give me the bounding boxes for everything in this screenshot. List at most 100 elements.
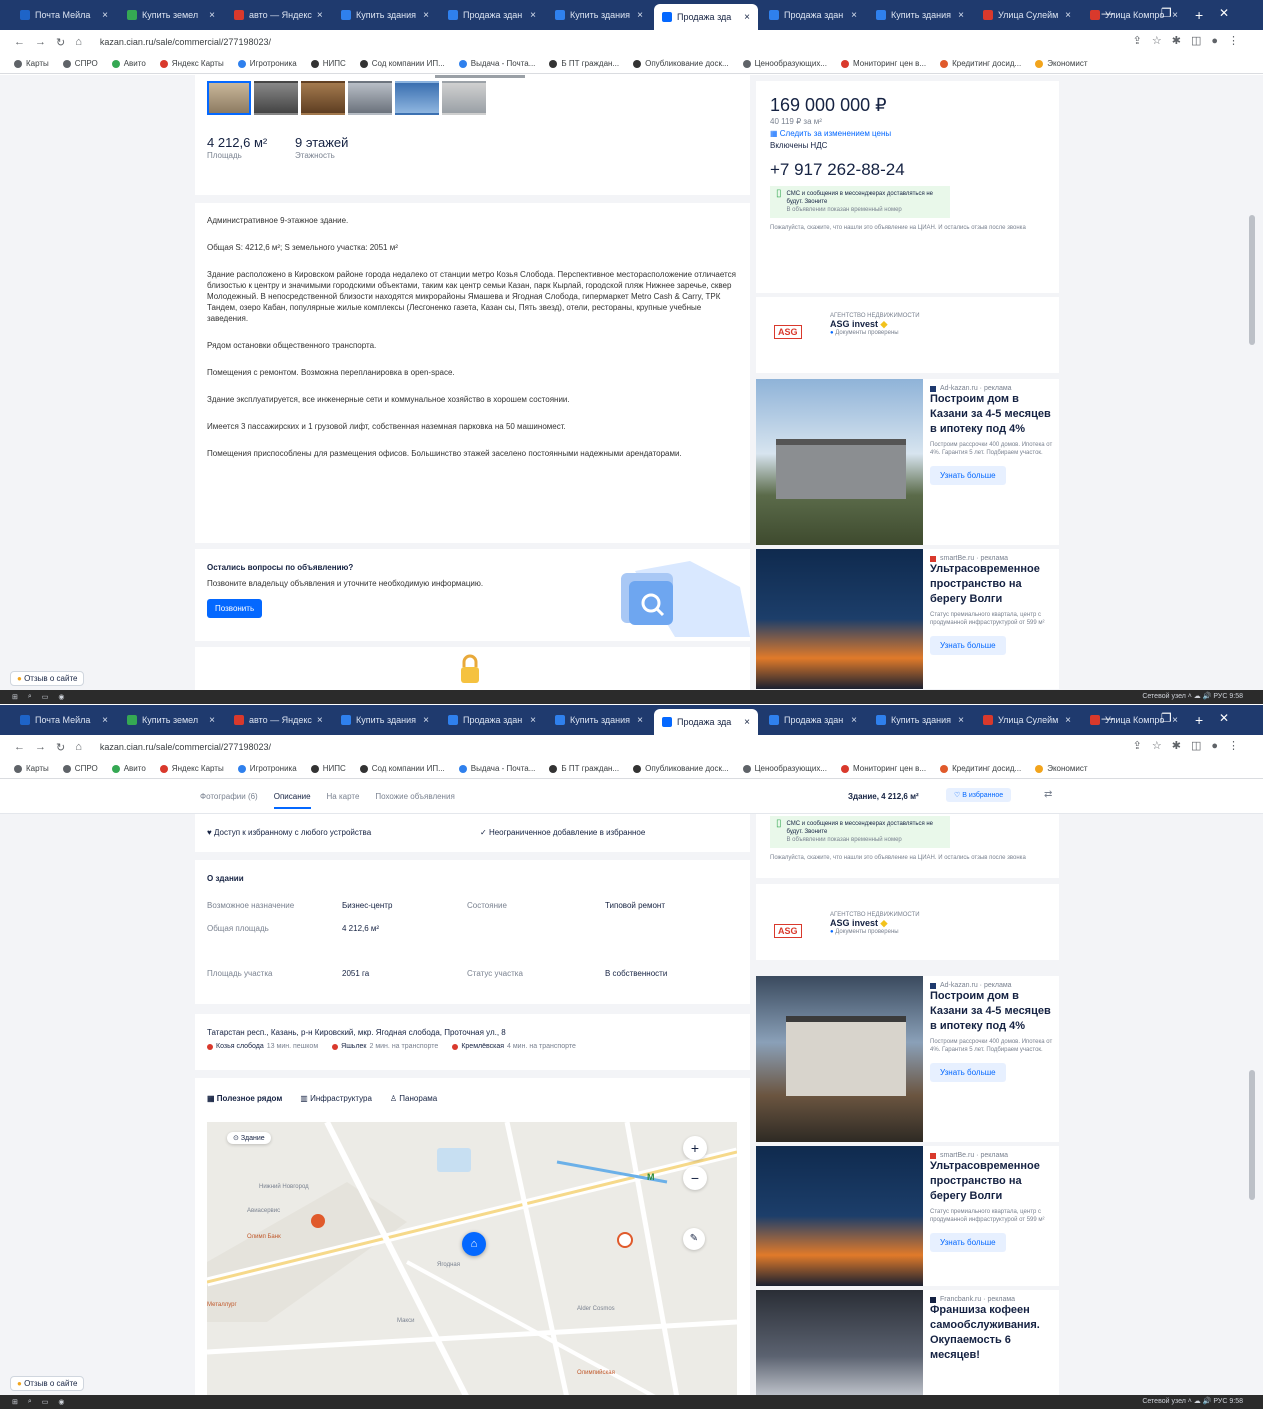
- ad-card[interactable]: Ad-kazan.ru · реклама Построим дом в Каз…: [756, 379, 1059, 545]
- share-icon[interactable]: ⇄: [1044, 789, 1052, 800]
- metro-station[interactable]: Яшьлек 2 мин. на транспорте: [332, 1043, 438, 1050]
- bookmark[interactable]: Б ПТ граждан...: [549, 764, 619, 773]
- photo-thumbnail[interactable]: [301, 81, 345, 115]
- bookmark[interactable]: Кредитинг досид...: [940, 764, 1021, 773]
- browser-tab[interactable]: Купить здания ×: [547, 3, 651, 27]
- ad-card[interactable]: smartBe.ru · реклама Ультрасовременное п…: [756, 549, 1059, 689]
- map-tab[interactable]: ▥ Инфраструктура: [300, 1094, 372, 1103]
- agency-card[interactable]: ASG АГЕНТСТВО НЕДВИЖИМОСТИ ASG invest ◆ …: [756, 297, 1059, 373]
- close-icon[interactable]: ×: [102, 10, 108, 21]
- window-controls[interactable]: — ❐ ✕: [1102, 6, 1251, 20]
- browser-tab[interactable]: Почта Мейла ×: [12, 3, 116, 27]
- close-icon[interactable]: ×: [744, 717, 750, 728]
- bookmark[interactable]: Карты: [14, 59, 49, 68]
- browser-taskbar-icon[interactable]: ◉: [58, 1398, 64, 1406]
- close-icon[interactable]: ×: [423, 10, 429, 21]
- bookmark[interactable]: Карты: [14, 764, 49, 773]
- ruler-icon[interactable]: ✎: [683, 1228, 705, 1250]
- bookmark[interactable]: Игротроника: [237, 764, 297, 773]
- map-tab[interactable]: ▦ Полезное рядом: [207, 1094, 282, 1103]
- close-icon[interactable]: ×: [1065, 715, 1071, 726]
- metro-station[interactable]: Козья слобода 13 мин. пешком: [207, 1043, 318, 1050]
- close-icon[interactable]: ×: [1065, 10, 1071, 21]
- bookmark[interactable]: Авито: [111, 764, 146, 773]
- bookmark[interactable]: НИПС: [310, 764, 346, 773]
- nav-photos[interactable]: Фотографии (6): [200, 792, 258, 809]
- bookmark[interactable]: Ценообразующих...: [742, 59, 827, 68]
- reload-icon[interactable]: ↻: [56, 741, 65, 754]
- ad-more-button[interactable]: Узнать больше: [930, 1063, 1006, 1082]
- browser-tab[interactable]: Купить здания ×: [333, 3, 437, 27]
- bookmark[interactable]: Игротроника: [237, 59, 297, 68]
- ad-card[interactable]: Ad-kazan.ru · реклама Построим дом в Каз…: [756, 976, 1059, 1142]
- ad-card[interactable]: smartBe.ru · реклама Ультрасовременное п…: [756, 1146, 1059, 1286]
- close-icon[interactable]: ×: [317, 10, 323, 21]
- nav-description[interactable]: Описание: [273, 792, 311, 809]
- close-icon[interactable]: ×: [102, 715, 108, 726]
- poi-icon[interactable]: [311, 1214, 325, 1228]
- url-field[interactable]: kazan.cian.ru/sale/commercial/277198023/: [100, 742, 271, 752]
- favorite-button[interactable]: ♡ В избранное: [946, 788, 1012, 802]
- bookmark[interactable]: Опубликование доск...: [633, 59, 729, 68]
- zoom-out-button[interactable]: −: [683, 1166, 707, 1190]
- phone-number[interactable]: +7 917 262-88-24: [770, 160, 1045, 180]
- bookmark[interactable]: Экономист: [1035, 764, 1088, 773]
- window-controls[interactable]: — ❐ ✕: [1102, 711, 1251, 725]
- search-icon[interactable]: ⌕: [28, 693, 32, 701]
- extension-icons[interactable]: ⇪☆✱◫●⋮: [1133, 34, 1249, 47]
- nav-similar[interactable]: Похожие объявления: [375, 792, 454, 809]
- close-icon[interactable]: ×: [637, 715, 643, 726]
- browser-tab[interactable]: Купить здания ×: [868, 708, 972, 732]
- photo-thumbnail[interactable]: [254, 81, 298, 115]
- taskview-icon[interactable]: ▭: [42, 693, 49, 701]
- taskview-icon[interactable]: ▭: [42, 1398, 49, 1406]
- start-icon[interactable]: ⊞: [12, 693, 18, 701]
- bookmark[interactable]: Сод компании ИП...: [359, 59, 445, 68]
- bookmark[interactable]: Экономист: [1035, 59, 1088, 68]
- close-icon[interactable]: ×: [958, 715, 964, 726]
- browser-tab-active[interactable]: Продажа зда ×: [654, 709, 758, 735]
- bookmark[interactable]: СПРО: [62, 59, 98, 68]
- bookmark[interactable]: Мониторинг цен в...: [840, 59, 926, 68]
- close-icon[interactable]: ×: [637, 10, 643, 21]
- photo-thumbnail[interactable]: [395, 81, 439, 115]
- map-tab[interactable]: ♙ Панорама: [390, 1094, 437, 1103]
- bookmark[interactable]: Яндекс Карты: [159, 764, 224, 773]
- browser-tab[interactable]: Купить здания ×: [868, 3, 972, 27]
- metro-station[interactable]: Кремлёвская 4 мин. на транспорте: [452, 1043, 576, 1050]
- photo-thumbnail[interactable]: [348, 81, 392, 115]
- browser-tab[interactable]: Купить земел ×: [119, 708, 223, 732]
- bookmark[interactable]: Сод компании ИП...: [359, 764, 445, 773]
- close-icon[interactable]: ×: [958, 10, 964, 21]
- feedback-button[interactable]: ● Отзыв о сайте: [10, 671, 85, 686]
- close-icon[interactable]: ×: [530, 10, 536, 21]
- extension-icons[interactable]: ⇪☆✱◫●⋮: [1133, 739, 1249, 752]
- url-field[interactable]: kazan.cian.ru/sale/commercial/277198023/: [100, 37, 271, 47]
- home-icon[interactable]: ⌂: [75, 741, 82, 753]
- start-icon[interactable]: ⊞: [12, 1398, 18, 1406]
- ad-more-button[interactable]: Узнать больше: [930, 636, 1006, 655]
- bookmark[interactable]: Авито: [111, 59, 146, 68]
- browser-tab[interactable]: Улица Сулейм ×: [975, 708, 1079, 732]
- nav-map[interactable]: На карте: [327, 792, 360, 809]
- browser-tab[interactable]: Продажа здан ×: [440, 708, 544, 732]
- browser-tab[interactable]: Улица Сулейм ×: [975, 3, 1079, 27]
- poi-icon[interactable]: [617, 1232, 633, 1248]
- metro-map-icon[interactable]: M: [647, 1172, 655, 1182]
- bookmark[interactable]: НИПС: [310, 59, 346, 68]
- back-icon[interactable]: ←: [14, 741, 25, 753]
- bookmark[interactable]: Ценообразующих...: [742, 764, 827, 773]
- building-marker-icon[interactable]: ⌂: [462, 1232, 486, 1256]
- browser-tab[interactable]: Купить здания ×: [333, 708, 437, 732]
- price-watch-link[interactable]: ▦ Следить за изменением цены: [770, 128, 1045, 140]
- agency-card[interactable]: ASG АГЕНТСТВО НЕДВИЖИМОСТИ ASG invest ◆ …: [756, 884, 1059, 960]
- browser-tab[interactable]: Продажа здан ×: [761, 708, 865, 732]
- forward-icon[interactable]: →: [35, 741, 46, 753]
- call-button[interactable]: Позвонить: [207, 599, 263, 618]
- close-icon[interactable]: ×: [851, 10, 857, 21]
- close-icon[interactable]: ×: [209, 715, 215, 726]
- browser-tab[interactable]: авто — Яндекс ×: [226, 708, 330, 732]
- ad-more-button[interactable]: Узнать больше: [930, 466, 1006, 485]
- browser-tab[interactable]: Почта Мейла ×: [12, 708, 116, 732]
- browser-taskbar-icon[interactable]: ◉: [58, 693, 64, 701]
